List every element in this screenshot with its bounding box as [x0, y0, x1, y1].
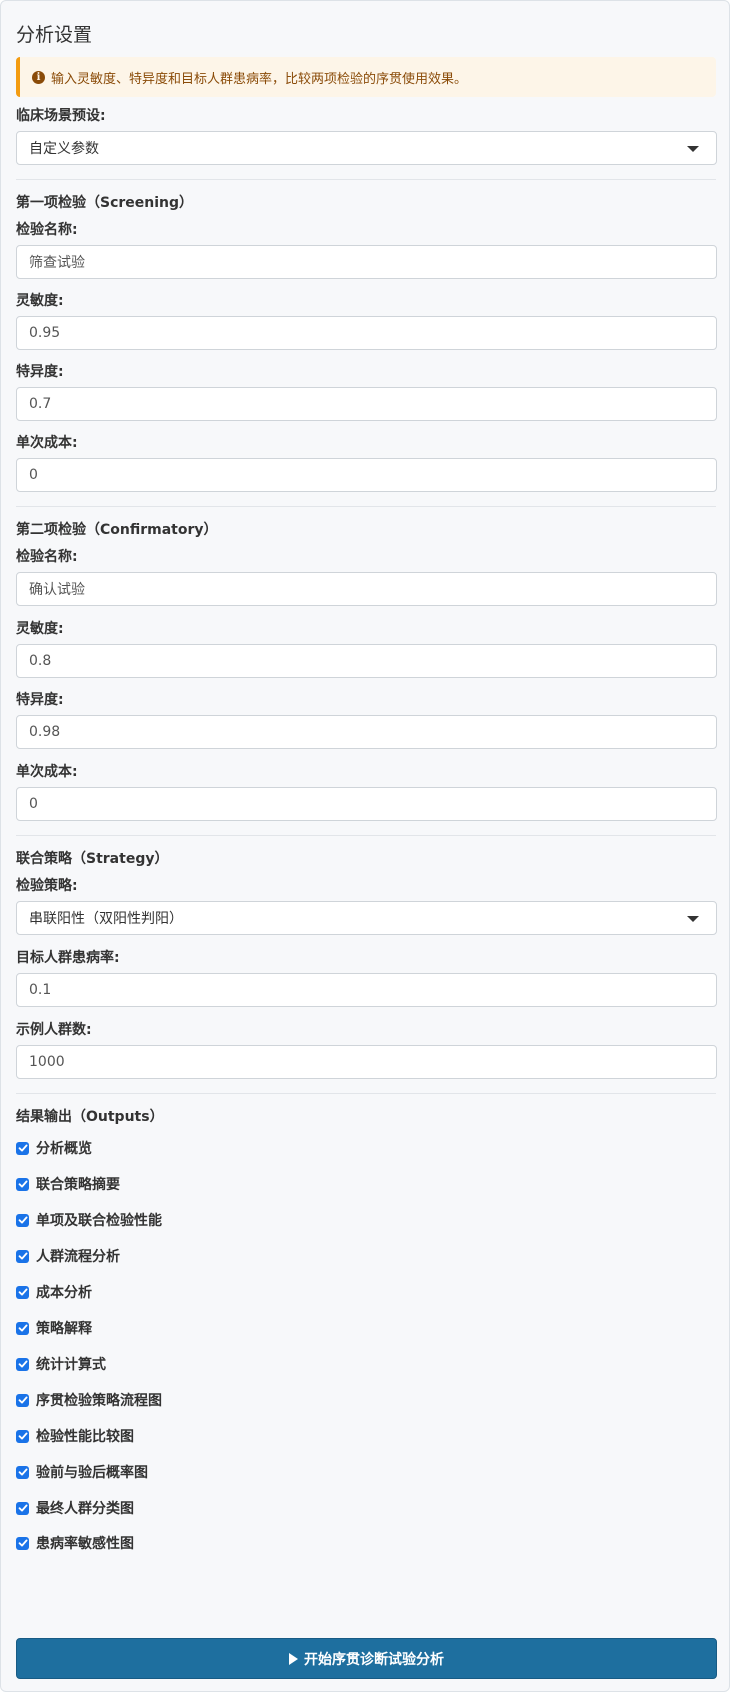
checkbox-checked-icon[interactable]	[16, 1213, 29, 1227]
output-checkbox-item[interactable]: 患病率敏感性图	[16, 1533, 134, 1553]
info-alert-text: 输入灵敏度、特异度和目标人群患病率，比较两项检验的序贯使用效果。	[51, 71, 468, 87]
checkbox-checked-icon[interactable]	[16, 1321, 29, 1335]
test1-heading: 第一项检验（Screening）	[16, 195, 194, 211]
divider	[16, 1093, 716, 1094]
output-checkbox-label: 验前与验后概率图	[36, 1465, 148, 1481]
test2-name-label: 检验名称:	[16, 549, 78, 565]
output-checkbox-item[interactable]: 验前与验后概率图	[16, 1462, 148, 1482]
strategy-label: 检验策略:	[16, 878, 78, 894]
preset-label: 临床场景预设:	[16, 108, 106, 124]
info-icon: i	[32, 70, 45, 84]
output-checkbox-item[interactable]: 单项及联合检验性能	[16, 1210, 162, 1230]
output-checkbox-label: 联合策略摘要	[36, 1177, 120, 1193]
test2-sensitivity-input[interactable]	[16, 644, 717, 678]
output-checkbox-label: 成本分析	[36, 1285, 92, 1301]
info-alert: i 输入灵敏度、特异度和目标人群患病率，比较两项检验的序贯使用效果。	[16, 57, 716, 97]
prevalence-input[interactable]	[16, 973, 717, 1007]
outputs-heading: 结果输出（Outputs）	[16, 1109, 164, 1125]
output-checkbox-label: 策略解释	[36, 1321, 92, 1337]
output-checkbox-label: 单项及联合检验性能	[36, 1213, 162, 1229]
strategy-heading: 联合策略（Strategy）	[16, 851, 169, 867]
output-checkbox-label: 人群流程分析	[36, 1249, 120, 1265]
test1-specificity-label: 特异度:	[16, 364, 64, 380]
checkbox-checked-icon[interactable]	[16, 1429, 29, 1443]
output-checkbox-item[interactable]: 最终人群分类图	[16, 1498, 134, 1518]
output-checkbox-item[interactable]: 人群流程分析	[16, 1246, 120, 1266]
settings-panel: 分析设置 i 输入灵敏度、特异度和目标人群患病率，比较两项检验的序贯使用效果。 …	[0, 0, 730, 1692]
output-checkbox-label: 序贯检验策略流程图	[36, 1393, 162, 1409]
test2-cost-input[interactable]	[16, 787, 717, 821]
test2-cost-label: 单次成本:	[16, 764, 78, 780]
panel-title: 分析设置	[16, 24, 93, 46]
output-checkbox-item[interactable]: 联合策略摘要	[16, 1174, 120, 1194]
output-checkbox-label: 最终人群分类图	[36, 1501, 134, 1517]
output-checkbox-item[interactable]: 序贯检验策略流程图	[16, 1390, 162, 1410]
checkbox-checked-icon[interactable]	[16, 1501, 29, 1515]
output-checkbox-item[interactable]: 成本分析	[16, 1282, 92, 1302]
divider	[16, 506, 716, 507]
strategy-select-value: 串联阳性（双阳性判阳）	[29, 911, 183, 927]
test1-name-label: 检验名称:	[16, 222, 78, 238]
test2-sensitivity-label: 灵敏度:	[16, 621, 64, 637]
output-checkbox-item[interactable]: 统计计算式	[16, 1354, 106, 1374]
checkbox-checked-icon[interactable]	[16, 1141, 29, 1155]
divider	[16, 179, 716, 180]
population-input[interactable]	[16, 1045, 717, 1079]
test1-sensitivity-input[interactable]	[16, 316, 717, 350]
checkbox-checked-icon[interactable]	[16, 1357, 29, 1371]
chevron-down-icon	[687, 146, 699, 152]
prevalence-label: 目标人群患病率:	[16, 950, 120, 966]
checkbox-checked-icon[interactable]	[16, 1536, 29, 1550]
test2-name-input[interactable]	[16, 572, 717, 606]
output-checkbox-label: 统计计算式	[36, 1357, 106, 1373]
run-analysis-button-label: 开始序贯诊断试验分析	[304, 1651, 444, 1668]
test1-specificity-input[interactable]	[16, 387, 717, 421]
checkbox-checked-icon[interactable]	[16, 1177, 29, 1191]
strategy-select[interactable]: 串联阳性（双阳性判阳）	[16, 901, 717, 935]
preset-select-value: 自定义参数	[29, 141, 99, 157]
test2-heading: 第二项检验（Confirmatory）	[16, 522, 218, 538]
output-checkbox-item[interactable]: 策略解释	[16, 1318, 92, 1338]
test2-specificity-input[interactable]	[16, 715, 717, 749]
output-checkbox-item[interactable]: 分析概览	[16, 1138, 92, 1158]
play-icon	[289, 1652, 298, 1665]
test1-cost-input[interactable]	[16, 458, 717, 492]
output-checkbox-label: 检验性能比较图	[36, 1429, 134, 1445]
test1-cost-label: 单次成本:	[16, 435, 78, 451]
divider	[16, 835, 716, 836]
preset-select[interactable]: 自定义参数	[16, 131, 717, 165]
output-checkbox-label: 分析概览	[36, 1141, 92, 1157]
test2-specificity-label: 特异度:	[16, 692, 64, 708]
test1-sensitivity-label: 灵敏度:	[16, 293, 64, 309]
output-checkbox-label: 患病率敏感性图	[36, 1536, 134, 1552]
output-checkbox-item[interactable]: 检验性能比较图	[16, 1426, 134, 1446]
checkbox-checked-icon[interactable]	[16, 1285, 29, 1299]
population-label: 示例人群数:	[16, 1022, 92, 1038]
checkbox-checked-icon[interactable]	[16, 1249, 29, 1263]
chevron-down-icon	[687, 916, 699, 922]
run-analysis-button[interactable]: 开始序贯诊断试验分析	[16, 1638, 717, 1679]
checkbox-checked-icon[interactable]	[16, 1393, 29, 1407]
checkbox-checked-icon[interactable]	[16, 1465, 29, 1479]
test1-name-input[interactable]	[16, 245, 717, 279]
